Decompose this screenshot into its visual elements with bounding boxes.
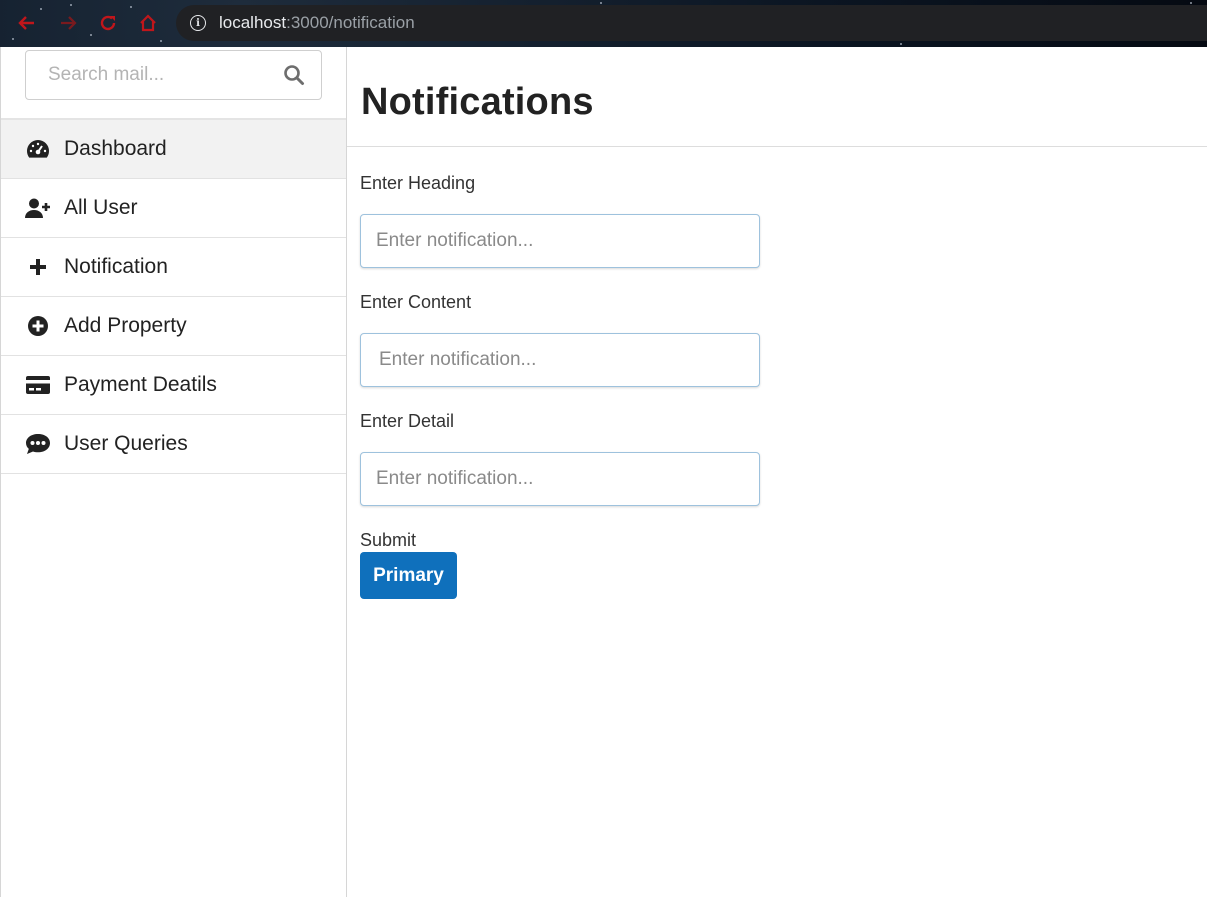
address-bar[interactable]: i localhost:3000/notification (176, 5, 1207, 41)
sidebar-item-add-property[interactable]: Add Property (1, 297, 346, 356)
user-plus-icon (25, 196, 51, 220)
sidebar-item-dashboard[interactable]: Dashboard (1, 120, 346, 179)
plus-icon (25, 255, 51, 279)
url-host: localhost (219, 13, 287, 32)
back-icon[interactable] (16, 12, 38, 34)
sidebar-item-all-user[interactable]: All User (1, 179, 346, 238)
comment-dots-icon (25, 432, 51, 456)
page-header: Notifications (347, 47, 1207, 147)
search-input[interactable] (48, 64, 278, 86)
heading-input[interactable] (360, 214, 760, 268)
content-label: Enter Content (360, 292, 472, 312)
sidebar-item-payment-details[interactable]: Payment Deatils (1, 356, 346, 415)
detail-input[interactable] (360, 452, 760, 506)
plus-circle-icon (25, 314, 51, 338)
search-icon[interactable] (283, 64, 305, 91)
browser-toolbar: i localhost:3000/notification (0, 0, 1207, 47)
primary-button[interactable]: Primary (360, 552, 457, 599)
info-icon[interactable]: i (190, 15, 206, 31)
sidebar-item-label: Payment Deatils (64, 373, 217, 396)
sidebar-item-user-queries[interactable]: User Queries (1, 415, 346, 474)
forward-icon[interactable] (57, 12, 79, 34)
sidebar-item-label: Add Property (64, 314, 187, 337)
url-text[interactable]: localhost:3000/notification (219, 13, 415, 33)
home-icon[interactable] (137, 12, 159, 34)
sidebar-item-label: Notification (64, 255, 168, 278)
dashboard-icon (25, 137, 51, 161)
sidebar-item-label: Dashboard (64, 137, 167, 160)
submit-label: Submit (360, 530, 417, 550)
content-input[interactable] (360, 333, 760, 387)
reload-icon[interactable] (97, 12, 119, 34)
search-section (1, 47, 346, 120)
credit-card-icon (25, 373, 51, 397)
notification-form: Enter Heading Enter Content Enter Detail… (347, 173, 1207, 599)
sidebar-item-notification[interactable]: Notification (1, 238, 346, 297)
search-box[interactable] (25, 50, 322, 100)
sidebar-item-label: User Queries (64, 432, 188, 455)
url-path: :3000/notification (286, 13, 415, 32)
sidebar: Dashboard All User Notification Add Prop… (0, 47, 347, 897)
main-content: Notifications Enter Heading Enter Conten… (347, 47, 1207, 897)
sidebar-item-label: All User (64, 196, 138, 219)
detail-label: Enter Detail (360, 411, 455, 431)
heading-label: Enter Heading (360, 173, 476, 193)
page-title: Notifications (361, 81, 594, 123)
